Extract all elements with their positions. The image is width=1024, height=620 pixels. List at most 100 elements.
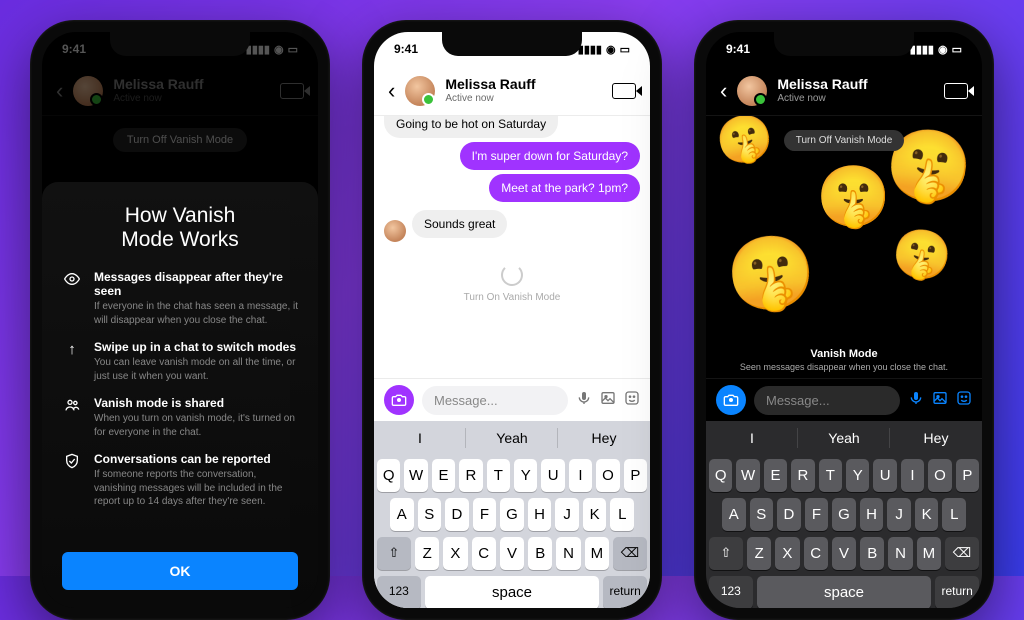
letter-key[interactable]: Q (709, 459, 732, 492)
space-key[interactable]: space (425, 576, 600, 608)
letter-key[interactable]: A (390, 498, 414, 531)
letter-key[interactable]: Z (415, 537, 439, 570)
numbers-key[interactable]: 123 (377, 576, 421, 608)
letter-key[interactable]: F (805, 498, 829, 531)
letter-key[interactable]: X (443, 537, 467, 570)
video-call-icon[interactable] (944, 83, 968, 99)
back-icon[interactable]: ‹ (720, 78, 727, 104)
letter-key[interactable]: Z (747, 537, 771, 570)
letter-key[interactable]: J (887, 498, 911, 531)
video-call-icon[interactable] (612, 83, 636, 99)
message-input[interactable]: Message... (754, 386, 900, 415)
avatar[interactable] (737, 76, 767, 106)
letter-key[interactable]: P (624, 459, 647, 492)
letter-key[interactable]: K (915, 498, 939, 531)
letter-key[interactable]: N (556, 537, 580, 570)
suggestion[interactable]: Hey (890, 421, 982, 455)
suggestion[interactable]: Hey (558, 421, 650, 455)
letter-key[interactable]: G (832, 498, 856, 531)
vanish-chat-body[interactable]: Turn Off Vanish Mode 🤫 🤫 🤫 🤫 🤫 Vanish Mo… (706, 116, 982, 378)
letter-key[interactable]: G (500, 498, 524, 531)
letter-key[interactable]: U (541, 459, 564, 492)
back-icon[interactable]: ‹ (56, 78, 63, 104)
return-key[interactable]: return (603, 576, 647, 608)
letter-key[interactable]: K (583, 498, 607, 531)
letter-key[interactable]: Y (514, 459, 537, 492)
space-key[interactable]: space (757, 576, 932, 608)
letter-key[interactable]: O (596, 459, 619, 492)
avatar[interactable] (73, 76, 103, 106)
letter-key[interactable]: O (928, 459, 951, 492)
letter-key[interactable]: L (610, 498, 634, 531)
screen-3: 9:41 ▮▮▮▮ ◉ ▭ ‹ Melissa Rauff Active now… (706, 32, 982, 608)
keyboard-dark[interactable]: QWERTYUIOP ASDFGHJKL ⇧ ZXCVBNM ⌫ 123 spa… (706, 455, 982, 608)
letter-key[interactable]: D (445, 498, 469, 531)
dimmed-chat-background: ‹ Melissa Rauff Active now Turn Off Vani… (42, 66, 318, 152)
letter-key[interactable]: V (500, 537, 524, 570)
letter-key[interactable]: B (860, 537, 884, 570)
letter-key[interactable]: F (473, 498, 497, 531)
letter-key[interactable]: R (791, 459, 814, 492)
letter-key[interactable]: X (775, 537, 799, 570)
sticker-icon[interactable] (624, 390, 640, 411)
suggestion[interactable]: I (374, 421, 466, 455)
vanish-hint-text: Turn On Vanish Mode (384, 292, 640, 303)
back-icon[interactable]: ‹ (388, 78, 395, 104)
letter-key[interactable]: T (819, 459, 842, 492)
camera-button[interactable] (716, 385, 746, 415)
letter-key[interactable]: H (528, 498, 552, 531)
incoming-message-row: Sounds great (384, 206, 640, 242)
shift-key[interactable]: ⇧ (377, 537, 411, 570)
mic-icon[interactable] (908, 390, 924, 411)
letter-key[interactable]: M (585, 537, 609, 570)
letter-key[interactable]: B (528, 537, 552, 570)
letter-key[interactable]: R (459, 459, 482, 492)
letter-key[interactable]: S (750, 498, 774, 531)
turn-off-vanish-pill[interactable]: Turn Off Vanish Mode (113, 128, 247, 152)
suggestion[interactable]: I (706, 421, 798, 455)
letter-key[interactable]: E (764, 459, 787, 492)
return-key[interactable]: return (935, 576, 979, 608)
letter-key[interactable]: L (942, 498, 966, 531)
letter-key[interactable]: W (404, 459, 427, 492)
ok-button[interactable]: OK (62, 552, 298, 590)
letter-key[interactable]: D (777, 498, 801, 531)
letter-key[interactable]: M (917, 537, 941, 570)
composer: Message... (706, 378, 982, 421)
letter-key[interactable]: V (832, 537, 856, 570)
mic-icon[interactable] (576, 390, 592, 411)
turn-off-vanish-pill[interactable]: Turn Off Vanish Mode (784, 130, 905, 151)
keyboard-light[interactable]: QWERTYUIOP ASDFGHJKL ⇧ ZXCVBNM ⌫ 123 spa… (374, 455, 650, 608)
letter-key[interactable]: U (873, 459, 896, 492)
letter-key[interactable]: T (487, 459, 510, 492)
letter-key[interactable]: Q (377, 459, 400, 492)
suggestion[interactable]: Yeah (798, 421, 890, 455)
sticker-icon[interactable] (956, 390, 972, 411)
letter-key[interactable]: C (804, 537, 828, 570)
gallery-icon[interactable] (932, 390, 948, 411)
numbers-key[interactable]: 123 (709, 576, 753, 608)
gallery-icon[interactable] (600, 390, 616, 411)
suggestion-bar: I Yeah Hey (374, 421, 650, 455)
letter-key[interactable]: C (472, 537, 496, 570)
letter-key[interactable]: P (956, 459, 979, 492)
avatar[interactable] (405, 76, 435, 106)
chat-body[interactable]: Going to be hot on Saturday I'm super do… (374, 116, 650, 378)
letter-key[interactable]: J (555, 498, 579, 531)
letter-key[interactable]: H (860, 498, 884, 531)
letter-key[interactable]: E (432, 459, 455, 492)
letter-key[interactable]: A (722, 498, 746, 531)
suggestion[interactable]: Yeah (466, 421, 558, 455)
message-input[interactable]: Message... (422, 386, 568, 415)
letter-key[interactable]: I (569, 459, 592, 492)
video-call-icon[interactable] (280, 83, 304, 99)
letter-key[interactable]: N (888, 537, 912, 570)
letter-key[interactable]: W (736, 459, 759, 492)
letter-key[interactable]: I (901, 459, 924, 492)
delete-key[interactable]: ⌫ (613, 537, 647, 570)
camera-button[interactable] (384, 385, 414, 415)
delete-key[interactable]: ⌫ (945, 537, 979, 570)
letter-key[interactable]: Y (846, 459, 869, 492)
letter-key[interactable]: S (418, 498, 442, 531)
shift-key[interactable]: ⇧ (709, 537, 743, 570)
